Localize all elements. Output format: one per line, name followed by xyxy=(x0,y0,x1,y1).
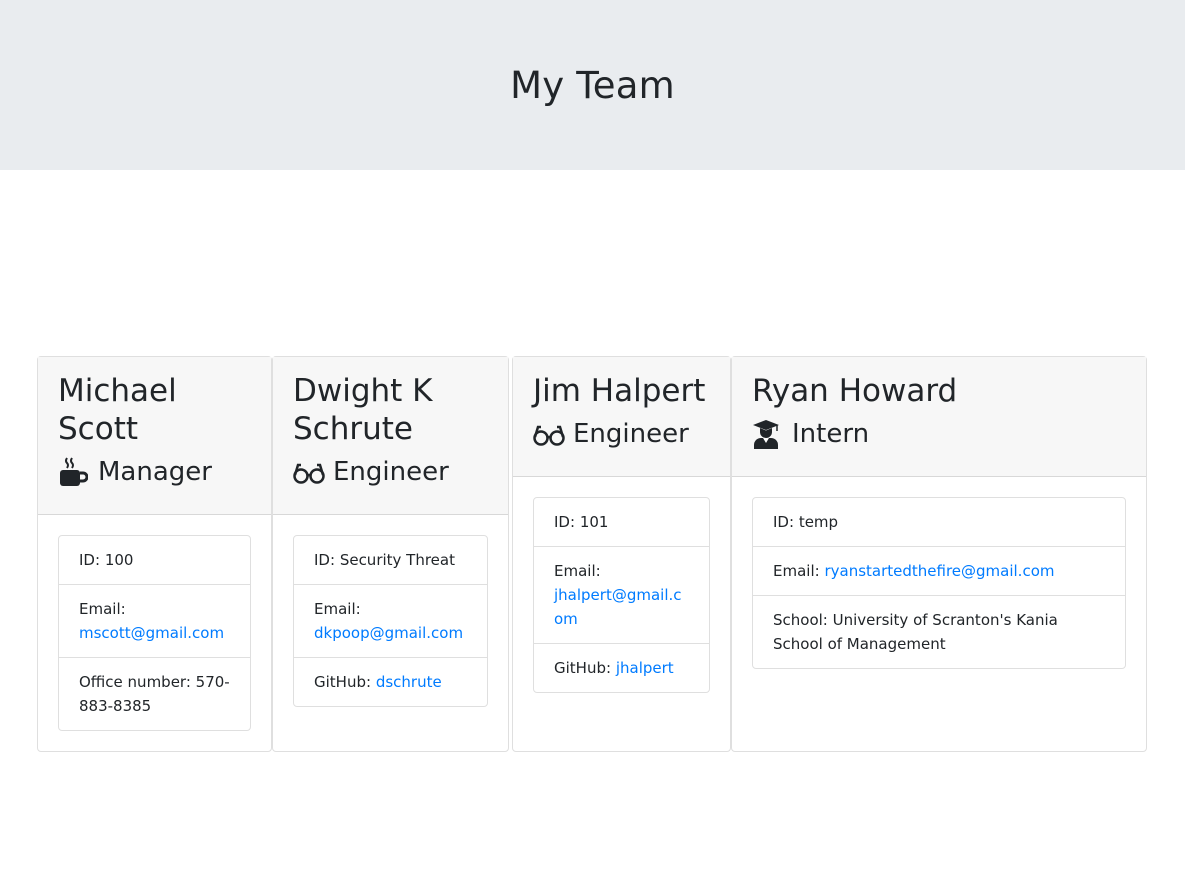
jumbotron-header: My Team xyxy=(0,0,1185,170)
github-link[interactable]: dschrute xyxy=(376,673,442,691)
glasses-icon xyxy=(293,457,325,487)
office-number-item: Office number: 570-883-8385 xyxy=(79,673,230,715)
info-list: ID: Security Threat Email: dkpoop@gmail.c… xyxy=(293,535,488,707)
employee-name: Michael Scott xyxy=(58,373,177,447)
email-item: Email: mscott@gmail.com xyxy=(59,585,250,658)
email-link[interactable]: mscott@gmail.com xyxy=(79,624,224,642)
id-item: ID: 100 xyxy=(59,536,250,585)
role-label: Engineer xyxy=(573,419,689,449)
card-body: ID: Security Threat Email: dkpoop@gmail.c… xyxy=(273,515,508,727)
employee-card-intern: Ryan Howard Intern ID: temp Email: ryans xyxy=(731,356,1147,752)
id-item: ID: temp xyxy=(753,498,1125,547)
page-title: My Team xyxy=(510,63,675,107)
id-value: Security Threat xyxy=(339,551,455,569)
school-item: School: University of Scranton's Kania S… xyxy=(773,611,1058,653)
email-link[interactable]: dkpoop@gmail.com xyxy=(314,624,463,642)
role-label: Manager xyxy=(98,457,212,487)
card-body: ID: 101 Email: jhalpert@gmail.com GitHub:… xyxy=(513,477,730,713)
id-value: 101 xyxy=(579,513,609,531)
employee-card-engineer: Jim Halpert Engineer ID: 101 Email: jhalp xyxy=(512,356,731,752)
employee-role: Manager xyxy=(58,454,251,490)
email-link[interactable]: jhalpert@gmail.com xyxy=(554,586,682,628)
card-body: ID: temp Email: ryanstartedthefire@gmail… xyxy=(732,477,1146,689)
employee-role: Engineer xyxy=(293,454,488,490)
card-header: Jim Halpert Engineer xyxy=(513,357,730,477)
graduate-icon xyxy=(752,419,784,449)
email-item: Email: ryanstartedthefire@gmail.com xyxy=(753,547,1125,596)
email-link[interactable]: ryanstartedthefire@gmail.com xyxy=(824,562,1054,580)
card-header: Ryan Howard Intern xyxy=(732,357,1146,477)
info-list: ID: temp Email: ryanstartedthefire@gmail… xyxy=(752,497,1126,669)
employee-name: Jim Halpert xyxy=(533,373,706,409)
employee-role: Engineer xyxy=(533,416,710,452)
github-item: GitHub: dschrute xyxy=(314,673,442,691)
card-header: Dwight K Schrute Engineer xyxy=(273,357,508,515)
employee-role: Intern xyxy=(752,416,1126,452)
role-label: Engineer xyxy=(333,457,449,487)
employee-card-engineer: Dwight K Schrute Engineer ID: Security T… xyxy=(272,356,509,752)
role-label: Intern xyxy=(792,419,870,449)
coffee-mug-icon xyxy=(58,457,90,487)
github-item: GitHub: jhalpert xyxy=(554,659,674,677)
id-value: 100 xyxy=(104,551,134,569)
github-link[interactable]: jhalpert xyxy=(616,659,674,677)
employee-card-manager: Michael Scott Manager ID: 100 Email: msco… xyxy=(37,356,272,752)
employee-name: Ryan Howard xyxy=(752,373,958,409)
email-item: Email: jhalpert@gmail.com xyxy=(534,547,709,644)
info-list: ID: 100 Email: mscott@gmail.com Office nu… xyxy=(58,535,251,731)
id-value: temp xyxy=(798,513,839,531)
glasses-icon xyxy=(533,419,565,449)
id-item: ID: Security Threat xyxy=(294,536,487,585)
employee-name: Dwight K Schrute xyxy=(293,373,433,447)
id-item: ID: 101 xyxy=(534,498,709,547)
card-header: Michael Scott Manager xyxy=(38,357,271,515)
email-item: Email: dkpoop@gmail.com xyxy=(294,585,487,658)
card-body: ID: 100 Email: mscott@gmail.com Office nu… xyxy=(38,515,271,751)
info-list: ID: 101 Email: jhalpert@gmail.com GitHub:… xyxy=(533,497,710,693)
